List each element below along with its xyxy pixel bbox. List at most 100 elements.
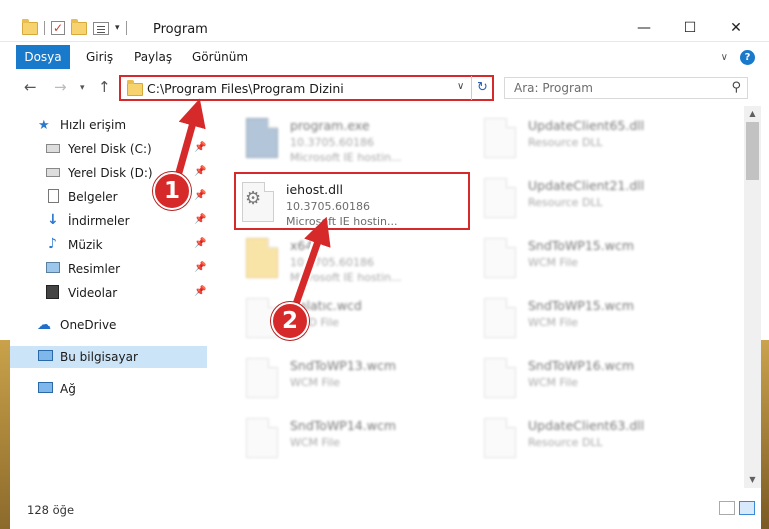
tab-view[interactable]: Görünüm xyxy=(182,45,258,69)
file-description: Microsoft IE hostin... xyxy=(290,151,402,164)
help-icon[interactable]: ? xyxy=(740,50,755,65)
documents-icon xyxy=(48,189,59,203)
pin-icon[interactable]: 📌 xyxy=(194,238,206,249)
drive-icon xyxy=(46,168,60,177)
step-badge-1: 1 xyxy=(153,172,191,210)
file-item[interactable]: SndToWP13.wcm WCM File xyxy=(240,350,470,406)
details-view-icon[interactable] xyxy=(719,501,735,515)
file-name: x64 xyxy=(290,238,314,253)
forward-arrow-icon[interactable]: → xyxy=(54,78,67,96)
file-item[interactable]: ⚙ iehost.dll 10.3705.60186 Microsoft IE … xyxy=(236,174,466,230)
recent-locations-icon[interactable]: ▾ xyxy=(80,83,85,93)
file-name: SndToWP16.wcm xyxy=(528,358,634,373)
title-bar: ✓ ▾ Program — ☐ ✕ xyxy=(0,0,769,42)
search-icon[interactable]: ⚲ xyxy=(731,80,741,95)
file-type: Resource DLL xyxy=(528,436,603,449)
refresh-icon[interactable]: ↻ xyxy=(471,76,493,100)
file-item[interactable]: UpdateClient65.dll Resource DLL xyxy=(478,110,708,166)
pin-icon[interactable]: 📌 xyxy=(194,262,206,273)
address-bar[interactable]: C:\Program Files\Program Dizini ∨ ↻ xyxy=(119,75,494,101)
sidebar-item-music[interactable]: ♪ Müzik 📌 xyxy=(0,234,207,256)
sidebar-item-label: OneDrive xyxy=(60,318,117,332)
search-input[interactable]: Ara: Program ⚲ xyxy=(504,77,748,99)
maximize-button[interactable]: ☐ xyxy=(667,14,713,42)
tab-share[interactable]: Paylaş xyxy=(124,45,182,69)
quick-access-toolbar: ✓ ▾ xyxy=(22,18,127,35)
sidebar-item-label: Yerel Disk (D:) xyxy=(68,166,153,180)
file-item[interactable]: SndToWP15.wcm WCM File xyxy=(478,230,708,286)
file-item[interactable]: UpdateClient63.dll Resource DLL xyxy=(478,410,708,466)
tab-file[interactable]: Dosya xyxy=(16,45,70,69)
computer-icon xyxy=(38,350,53,361)
file-item[interactable]: SndToWP14.wcm WCM File xyxy=(240,410,470,466)
folder-icon xyxy=(22,18,38,35)
up-arrow-icon[interactable]: ↑ xyxy=(98,78,111,96)
sidebar-item-quick-access[interactable]: ★ Hızlı erişim xyxy=(0,114,207,136)
file-description: Microsoft IE hostin... xyxy=(286,215,398,228)
sidebar-item-label: Ağ xyxy=(60,382,76,396)
separator xyxy=(125,21,127,35)
properties-check-icon[interactable]: ✓ xyxy=(51,21,65,35)
pin-icon[interactable]: 📌 xyxy=(194,142,206,153)
search-placeholder: Ara: Program xyxy=(514,81,593,95)
cloud-icon: ☁ xyxy=(37,317,51,333)
sidebar-item-videos[interactable]: Videolar 📌 xyxy=(0,282,207,304)
properties-icon[interactable] xyxy=(93,21,109,35)
file-item[interactable]: UpdateClient21.dll Resource DLL xyxy=(478,170,708,226)
file-name: iehost.dll xyxy=(286,182,344,197)
sidebar-item-pictures[interactable]: Resimler 📌 xyxy=(0,258,207,280)
file-item[interactable]: SndToWP15.wcm WCM File xyxy=(478,290,708,346)
sidebar-item-disk-c[interactable]: Yerel Disk (C:) 📌 xyxy=(0,138,207,160)
file-icon xyxy=(484,298,516,338)
pin-icon[interactable]: 📌 xyxy=(194,166,206,177)
navigation-bar: ← → ▾ ↑ C:\Program Files\Program Dizini … xyxy=(0,72,769,104)
sidebar-item-network[interactable]: Ağ xyxy=(0,378,207,400)
ribbon-tabs: Dosya Giriş Paylaş Görünüm ∨ ? xyxy=(0,44,769,70)
file-item[interactable]: SndToWP16.wcm WCM File xyxy=(478,350,708,406)
file-name: program.exe xyxy=(290,118,370,133)
pin-icon[interactable]: 📌 xyxy=(194,214,206,225)
expand-ribbon-icon[interactable]: ∨ xyxy=(721,52,728,63)
network-icon xyxy=(38,382,53,393)
star-icon: ★ xyxy=(38,118,50,133)
scroll-up-icon[interactable]: ▲ xyxy=(744,106,761,122)
minimize-button[interactable]: — xyxy=(621,14,667,42)
file-name: UpdateClient21.dll xyxy=(528,178,645,193)
folder-item[interactable]: x64 10.3705.60186 Microsoft IE hostin... xyxy=(240,230,470,286)
sidebar-item-onedrive[interactable]: ☁ OneDrive xyxy=(0,314,207,336)
file-description: Microsoft IE hostin... xyxy=(290,271,402,284)
scroll-down-icon[interactable]: ▼ xyxy=(744,472,761,488)
separator xyxy=(44,21,45,35)
highlighted-file-iehost[interactable]: ⚙ iehost.dll 10.3705.60186 Microsoft IE … xyxy=(234,172,470,230)
sidebar-item-label: Yerel Disk (C:) xyxy=(68,142,152,156)
sidebar-item-label: İndirmeler xyxy=(68,214,130,228)
file-version: 10.3705.60186 xyxy=(290,136,374,149)
large-icons-view-icon[interactable] xyxy=(739,501,755,515)
new-folder-icon[interactable] xyxy=(71,18,87,35)
scrollbar-thumb[interactable] xyxy=(746,122,759,180)
music-note-icon: ♪ xyxy=(48,236,57,252)
address-dropdown-icon[interactable]: ∨ xyxy=(457,81,464,92)
file-type: Resource DLL xyxy=(528,196,603,209)
file-name: UpdateClient63.dll xyxy=(528,418,645,433)
drive-icon xyxy=(46,144,60,153)
file-item[interactable]: program.exe 10.3705.60186 Microsoft IE h… xyxy=(240,110,470,166)
file-name: SndToWP14.wcm xyxy=(290,418,396,433)
desktop-background xyxy=(761,340,769,529)
close-button[interactable]: ✕ xyxy=(713,14,759,42)
sidebar-item-label: Müzik xyxy=(68,238,103,252)
vertical-scrollbar[interactable]: ▲ ▼ xyxy=(744,106,761,488)
exe-file-icon xyxy=(246,118,278,158)
sidebar-item-downloads[interactable]: ↓ İndirmeler 📌 xyxy=(0,210,207,232)
pictures-icon xyxy=(46,262,60,273)
sidebar-item-label: Belgeler xyxy=(68,190,118,204)
download-arrow-icon: ↓ xyxy=(47,212,59,228)
file-type: WCM File xyxy=(528,256,578,269)
tab-home[interactable]: Giriş xyxy=(76,45,123,69)
back-arrow-icon[interactable]: ← xyxy=(24,78,37,96)
address-path[interactable]: C:\Program Files\Program Dizini xyxy=(147,81,344,96)
pin-icon[interactable]: 📌 xyxy=(194,286,206,297)
sidebar-item-this-pc[interactable]: Bu bilgisayar xyxy=(0,346,207,368)
customize-toolbar-icon[interactable]: ▾ xyxy=(115,23,120,33)
pin-icon[interactable]: 📌 xyxy=(194,190,206,201)
